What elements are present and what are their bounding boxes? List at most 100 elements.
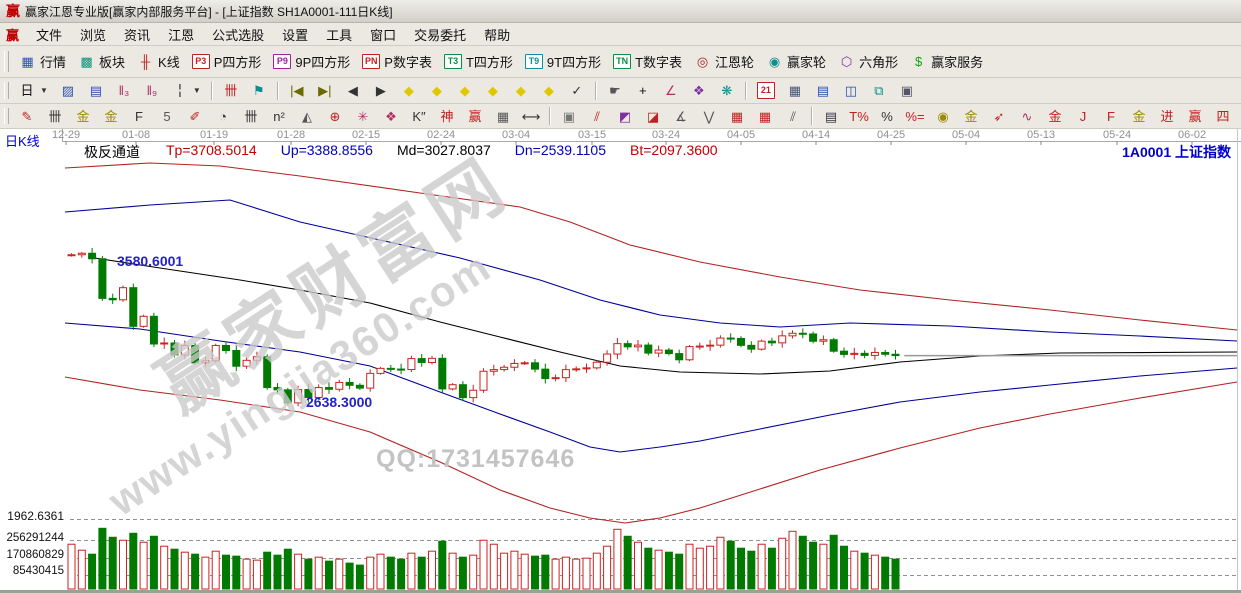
j-angle-icon[interactable]: J bbox=[1069, 106, 1097, 127]
zoom-grow-x-icon[interactable]: ◆ bbox=[423, 80, 451, 101]
winner-service-button[interactable]: $赢家服务 bbox=[904, 49, 989, 74]
percent-icon[interactable]: % bbox=[873, 106, 901, 127]
menu-窗口[interactable]: 窗口 bbox=[361, 23, 405, 46]
jin-angle-icon[interactable]: 进 bbox=[1153, 106, 1181, 127]
gold-ruler-1-icon[interactable]: 金 bbox=[69, 106, 97, 127]
gold-ruler-2-icon[interactable]: 金 bbox=[97, 106, 125, 127]
t-percent-icon[interactable]: T% bbox=[845, 106, 873, 127]
gold-angle-icon[interactable]: 金 bbox=[1041, 106, 1069, 127]
tool-teal-icon[interactable]: ❋ bbox=[713, 80, 741, 101]
hexagon-button[interactable]: ⬡六角形 bbox=[832, 49, 904, 74]
report-pad-icon[interactable]: ▤ bbox=[809, 80, 837, 101]
red-brush-icon[interactable]: ✐ bbox=[181, 106, 209, 127]
spiral-5-icon[interactable]: 5 bbox=[153, 106, 181, 127]
last-page-icon[interactable]: ▶| bbox=[311, 80, 339, 101]
toolbar-gripper[interactable] bbox=[4, 82, 9, 100]
menu-帮助[interactable]: 帮助 bbox=[475, 23, 519, 46]
menu-资讯[interactable]: 资讯 bbox=[115, 23, 159, 46]
indicator-name[interactable]: 极反通道 bbox=[84, 142, 140, 162]
fan-lines-icon[interactable]: ⫽ bbox=[583, 106, 611, 127]
v-lines-icon[interactable]: ⋁ bbox=[695, 106, 723, 127]
k-second-icon[interactable]: K″ bbox=[405, 106, 433, 127]
star-rays-icon[interactable]: ✳ bbox=[349, 106, 377, 127]
angle-fan-icon[interactable]: ∡ bbox=[667, 106, 695, 127]
zoom-shrink-x-icon[interactable]: ◆ bbox=[395, 80, 423, 101]
gann-wheel-button[interactable]: ◎江恩轮 bbox=[688, 49, 760, 74]
menu-浏览[interactable]: 浏览 bbox=[71, 23, 115, 46]
pane-label-daily-kline[interactable]: 日K线 bbox=[5, 131, 40, 150]
f-angle-icon[interactable]: F bbox=[1097, 106, 1125, 127]
indicator-panel-icon[interactable]: 卌 bbox=[217, 80, 245, 101]
sector-blocks-button[interactable]: ▩板块 bbox=[72, 49, 131, 74]
p-square-button[interactable]: P3P四方形 bbox=[186, 49, 268, 74]
zoom-split-h-icon[interactable]: ◆ bbox=[451, 80, 479, 101]
zoom-grow-all-icon[interactable]: ◆ bbox=[507, 80, 535, 101]
si-angle-icon[interactable]: 四 bbox=[1209, 106, 1237, 127]
gold-circle-icon[interactable]: ◉ bbox=[929, 106, 957, 127]
grid-123-icon[interactable]: ▦ bbox=[489, 106, 517, 127]
t-number-table-button[interactable]: TNT数字表 bbox=[607, 49, 688, 74]
print-icon[interactable]: ▣ bbox=[893, 80, 921, 101]
web-grid-icon[interactable]: ❖ bbox=[377, 106, 405, 127]
grid-red-1-icon[interactable]: ▦ bbox=[723, 106, 751, 127]
bars-9-icon[interactable]: ‖₉ bbox=[138, 80, 166, 101]
menu-江恩[interactable]: 江恩 bbox=[159, 23, 203, 46]
box-select-icon[interactable]: ▣ bbox=[555, 106, 583, 127]
time-cycle-icon[interactable]: ◔ bbox=[209, 106, 237, 127]
gann-target-icon[interactable]: ⊕ bbox=[321, 106, 349, 127]
menu-文件[interactable]: 文件 bbox=[27, 23, 71, 46]
percent-line-icon[interactable]: %= bbox=[901, 106, 929, 127]
9p-square-button[interactable]: P99P四方形 bbox=[267, 49, 356, 74]
brush-icon[interactable]: ✎ bbox=[13, 106, 41, 127]
symbol-label[interactable]: 1A0001 上证指数 bbox=[1122, 142, 1231, 162]
p-number-table-button[interactable]: PNP数字表 bbox=[356, 49, 438, 74]
protractor-icon[interactable]: ◭ bbox=[293, 106, 321, 127]
n-squared-icon[interactable]: n² bbox=[265, 106, 293, 127]
gold-pen-angle-icon[interactable]: 金 bbox=[1125, 106, 1153, 127]
zoom-reset-icon[interactable]: ◆ bbox=[535, 80, 563, 101]
ruler-icon[interactable]: 卌 bbox=[41, 106, 69, 127]
zoom-split-v-icon[interactable]: ◆ bbox=[479, 80, 507, 101]
toolbar-gripper[interactable] bbox=[4, 108, 9, 125]
fan-box-purple-icon[interactable]: ◩ bbox=[611, 106, 639, 127]
ying-tool-icon[interactable]: 赢 bbox=[461, 106, 489, 127]
page-left-icon[interactable]: ◀ bbox=[339, 80, 367, 101]
f-ruler-icon[interactable]: F bbox=[125, 106, 153, 127]
tool-purple-icon[interactable]: ❖ bbox=[685, 80, 713, 101]
calendar-21-icon[interactable]: 21 bbox=[751, 79, 781, 102]
chart-flag-icon[interactable]: ⚑ bbox=[245, 80, 273, 101]
page-right-icon[interactable]: ▶ bbox=[367, 80, 395, 101]
t-square-button[interactable]: T3T四方形 bbox=[438, 49, 519, 74]
winner-wheel-button[interactable]: ◉赢家轮 bbox=[760, 49, 832, 74]
shen-tool-icon[interactable]: 神 bbox=[433, 106, 461, 127]
menu-设置[interactable]: 设置 bbox=[273, 23, 317, 46]
candlestick-plot[interactable] bbox=[0, 129, 1241, 593]
export-view-icon[interactable]: ⧉ bbox=[865, 80, 893, 101]
9t-square-button[interactable]: T99T四方形 bbox=[519, 49, 607, 74]
toolbar-gripper[interactable] bbox=[4, 51, 9, 73]
bars-3-icon[interactable]: ‖₃ bbox=[110, 80, 138, 101]
period-day-icon[interactable]: 日▼ bbox=[13, 80, 54, 101]
calculator-icon[interactable]: ▦ bbox=[781, 80, 809, 101]
first-page-icon[interactable]: |◀ bbox=[283, 80, 311, 101]
pattern-net-icon[interactable]: ▨ bbox=[54, 80, 82, 101]
kline-button[interactable]: ╫K线 bbox=[131, 49, 186, 74]
gold-level-icon[interactable]: 金 bbox=[957, 106, 985, 127]
parallel-lines-icon[interactable]: ⫽ bbox=[779, 106, 807, 127]
crosshair-icon[interactable]: + bbox=[629, 80, 657, 101]
candle-style-icon[interactable]: ╎▼ bbox=[166, 80, 207, 101]
gann-table-icon[interactable]: ▤ bbox=[817, 106, 845, 127]
detail-board-icon[interactable]: ▤ bbox=[82, 80, 110, 101]
hand-drag-icon[interactable]: ☛ bbox=[601, 80, 629, 101]
fan-box-red-icon[interactable]: ◪ bbox=[639, 106, 667, 127]
measure-h-icon[interactable]: ⟷ bbox=[517, 106, 545, 127]
quote-table-button[interactable]: ▦行情 bbox=[13, 49, 72, 74]
ruler-2-icon[interactable]: 卌 bbox=[237, 106, 265, 127]
menu-公式选股[interactable]: 公式选股 bbox=[203, 23, 273, 46]
kline-chart-area[interactable]: 赢家财富网 www.yingjia360.com QQ:1731457646 日… bbox=[0, 129, 1241, 593]
menu-交易委托[interactable]: 交易委托 bbox=[405, 23, 475, 46]
save-disk-icon[interactable]: ◫ bbox=[837, 80, 865, 101]
arrow-pen-icon[interactable]: ➶ bbox=[985, 106, 1013, 127]
select-check-icon[interactable]: ✓ bbox=[563, 80, 591, 101]
grid-red-2-icon[interactable]: ▦ bbox=[751, 106, 779, 127]
